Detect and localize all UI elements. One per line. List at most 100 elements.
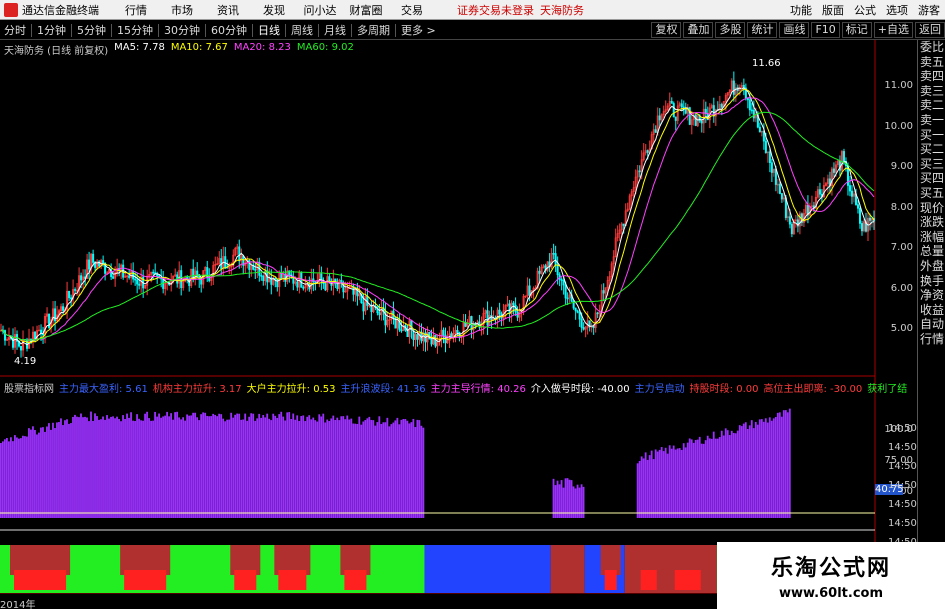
indicator-bar [666, 453, 669, 518]
indicator-bar [32, 426, 34, 518]
side-panel-label: 买二 [919, 142, 944, 157]
indicator-bar [770, 420, 773, 518]
indicator-bar [98, 419, 100, 518]
candle-body [778, 183, 781, 194]
indicator-bar [172, 419, 174, 518]
indicator-bar [90, 411, 92, 518]
indicator-bar [156, 416, 158, 518]
indicator-bar [58, 422, 60, 518]
candle-body [574, 307, 577, 312]
period-5min[interactable]: 5分钟 [73, 22, 110, 38]
indicator-bar [82, 417, 84, 518]
multi-stock-button[interactable]: 多股 [715, 22, 746, 38]
side-panel-label: 净资 [919, 288, 944, 303]
chart-svg[interactable] [0, 40, 945, 595]
menu-item-gongneng[interactable]: 功能 [790, 2, 812, 18]
indicator-bar [188, 415, 191, 518]
indicator-bar [732, 432, 735, 518]
candle-body [672, 103, 675, 118]
indicator-bar [752, 428, 755, 518]
indicator-bar [122, 415, 124, 518]
indicator-bar [672, 445, 675, 518]
period-weekly[interactable]: 周线 [287, 22, 317, 38]
menu-item-caifuquan[interactable]: 财富圈 [343, 2, 389, 18]
period-daily[interactable]: 日线 [254, 22, 284, 38]
indicator-bar [36, 434, 38, 518]
ind-label-1: 机构主力拉升: 3.17 [152, 384, 242, 395]
indicator-bar [60, 418, 62, 518]
candle-body [54, 308, 57, 322]
period-30min[interactable]: 30分钟 [160, 22, 204, 38]
indicator-bar [220, 414, 223, 518]
indicator-bar [214, 414, 217, 518]
candle-body [638, 170, 641, 173]
menu-item-jiaoyi[interactable]: 交易 [389, 2, 435, 18]
menu-item-banmian[interactable]: 版面 [822, 2, 844, 18]
side-panel-label[interactable]: 自动 [918, 317, 945, 332]
overlay-button[interactable]: 叠加 [683, 22, 714, 38]
menu-item-zixun[interactable]: 资讯 [205, 2, 251, 18]
back-button[interactable]: 返回 [915, 22, 945, 38]
mark-button[interactable]: 标记 [841, 22, 872, 38]
draw-line-button[interactable]: 画线 [779, 22, 810, 38]
indicator-bar [694, 439, 697, 518]
stats-button[interactable]: 统计 [747, 22, 778, 38]
indicator-bar [250, 413, 253, 518]
period-60min[interactable]: 60分钟 [207, 22, 251, 38]
indicator-bar [256, 418, 259, 518]
time-tick: 14:50 [888, 499, 917, 510]
period-fenshi[interactable]: 分时 [0, 22, 30, 38]
indicator-bar [650, 450, 653, 518]
indicator-bar [168, 416, 170, 518]
top-stock-name: 天海防务 [540, 3, 584, 17]
side-panel-label[interactable]: 行情 [918, 332, 945, 347]
period-multi[interactable]: 多周期 [353, 22, 394, 38]
candle-body [260, 275, 263, 277]
indicator-bar [226, 419, 229, 518]
candle-body [302, 287, 305, 289]
chart-area[interactable]: 天海防务 (日线 前复权) MA5: 7.78 MA10: 7.67 MA20:… [0, 40, 945, 609]
time-tick: 14:50 [888, 461, 917, 472]
indicator-bar [670, 448, 673, 518]
fuquan-button[interactable]: 复权 [651, 22, 682, 38]
indicator-bar [190, 415, 193, 518]
indicator-bar [396, 417, 399, 518]
indicator-bar [334, 419, 337, 518]
f10-button[interactable]: F10 [811, 22, 840, 38]
add-watchlist-button[interactable]: +自选 [873, 22, 913, 38]
indicator-bar [192, 412, 195, 518]
period-more[interactable]: 更多 > [397, 22, 440, 38]
menu-item-shichang[interactable]: 市场 [159, 2, 205, 18]
candle-body [20, 345, 23, 351]
indicator-bar [394, 420, 397, 518]
menu-item-xuanxiang[interactable]: 选项 [886, 2, 908, 18]
indicator-bar [716, 438, 719, 518]
candle-body [486, 310, 489, 326]
period-monthly[interactable]: 月线 [320, 22, 350, 38]
indicator-bar [362, 421, 365, 518]
indicator-bar [40, 427, 42, 518]
period-15min[interactable]: 15分钟 [113, 22, 157, 38]
user-guest[interactable]: 游客 [918, 2, 940, 18]
login-notice[interactable]: 证券交易未登录 [457, 2, 534, 18]
menu-item-gongshi[interactable]: 公式 [854, 2, 876, 18]
candle-body [138, 283, 141, 286]
indicator-bar [714, 438, 717, 518]
indicator-bar [724, 428, 727, 518]
indicator-bar [64, 420, 66, 518]
candle-body [378, 312, 381, 316]
menu-item-faxian[interactable]: 发现 [251, 2, 297, 18]
indicator-bar [768, 417, 771, 518]
indicator-bar [230, 412, 233, 518]
candle-body [102, 260, 105, 264]
indicator-bar [262, 415, 265, 518]
menu-item-hangqing[interactable]: 行情 [113, 2, 159, 18]
indicator-bar [704, 440, 707, 518]
ind-label-7: 持股时段: 0.00 [689, 384, 759, 395]
period-1min[interactable]: 1分钟 [33, 22, 70, 38]
menu-item-wenxiaoda[interactable]: 问小达 [297, 2, 343, 18]
candle-body [670, 100, 673, 104]
indicator-bar [114, 418, 116, 518]
indicator-bar [294, 419, 297, 518]
indicator-bar [76, 416, 78, 518]
